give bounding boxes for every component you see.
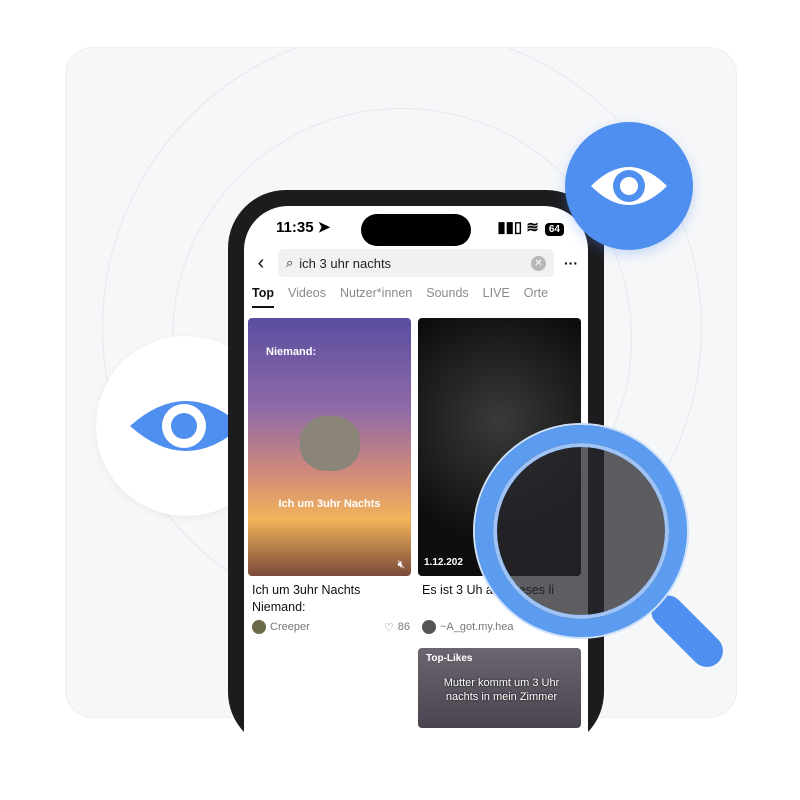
author-name[interactable]: Creeper xyxy=(270,621,310,633)
clear-search-button[interactable]: ✕ xyxy=(531,255,546,271)
battery: 64 xyxy=(544,223,564,236)
magnifying-glass-icon xyxy=(475,425,687,637)
tab-top[interactable]: Top xyxy=(252,286,274,308)
search-input[interactable]: ⌕ ich 3 uhr nachts ✕ xyxy=(278,249,554,277)
more-options-button[interactable]: ··· xyxy=(554,255,588,271)
overlay-text: Niemand: xyxy=(266,346,317,358)
author-name[interactable]: ~A_got.my.hea xyxy=(440,621,513,633)
avatar xyxy=(422,620,436,634)
video-thumbnail[interactable]: Top-Likes Mutter kommt um 3 Uhr nachts i… xyxy=(418,648,581,728)
heart-icon: ♡ xyxy=(383,621,394,634)
clock: 11:35 xyxy=(276,219,314,236)
like-count: 86 xyxy=(397,621,410,633)
wifi-icon: ≋ xyxy=(526,219,539,236)
overlay-text: Ich um 3uhr Nachts xyxy=(278,498,381,510)
back-button[interactable]: ‹ xyxy=(244,252,278,275)
eye-icon xyxy=(591,167,667,205)
avatar xyxy=(252,620,266,634)
mute-icon[interactable]: 🔇︎ xyxy=(397,557,405,572)
signal-icon: ▮▮▯ xyxy=(497,219,523,236)
tab-places[interactable]: Orte xyxy=(524,286,548,308)
search-query: ich 3 uhr nachts xyxy=(299,255,392,271)
video-meta: Creeper ♡ 86 xyxy=(252,620,410,634)
cat-image xyxy=(300,416,360,471)
tab-live[interactable]: LIVE xyxy=(483,286,510,308)
tab-videos[interactable]: Videos xyxy=(288,286,326,308)
eye-bubble-right xyxy=(565,122,693,250)
date-label: 1.12.202 xyxy=(424,557,463,568)
search-icon: ⌕ xyxy=(286,255,294,270)
video-meta: ~A_got.my.hea xyxy=(422,620,513,634)
video-title[interactable]: Ich um 3uhr Nachts Niemand: xyxy=(252,582,412,616)
location-icon: ➤ xyxy=(317,219,331,236)
overlay-text: Mutter kommt um 3 Uhr nachts in mein Zim… xyxy=(443,677,560,703)
tab-sounds[interactable]: Sounds xyxy=(426,286,468,308)
video-thumbnail[interactable]: Niemand: Ich um 3uhr Nachts 🔇︎ xyxy=(248,318,411,576)
status-bar: 11:35 ➤ ▮▮▯ ≋ 64 xyxy=(276,218,564,236)
top-likes-badge: Top-Likes xyxy=(426,653,473,664)
search-tabs: Top Videos Nutzer*innen Sounds LIVE Orte xyxy=(252,286,588,308)
tab-users[interactable]: Nutzer*innen xyxy=(340,286,412,308)
